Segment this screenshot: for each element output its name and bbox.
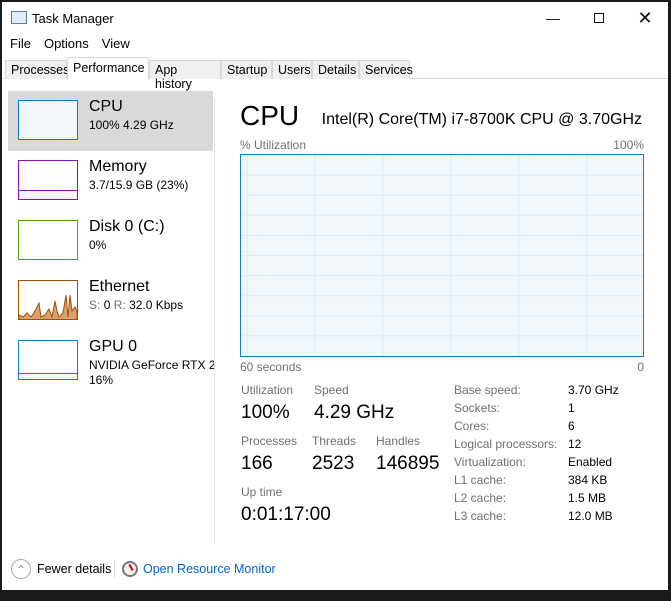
spec-value: 1 [568, 401, 575, 415]
ethernet-thumbnail [18, 280, 78, 320]
sidebar-item-name: CPU [89, 98, 123, 115]
sidebar-item-name: Memory [89, 158, 147, 175]
chevron-up-icon[interactable]: ⌃ [11, 559, 31, 579]
fewer-details-button[interactable]: Fewer details [37, 562, 111, 576]
resource-monitor-icon [122, 561, 138, 577]
sidebar-item-name: Disk 0 (C:) [89, 218, 165, 235]
send-value: 0 [103, 298, 111, 312]
graph-ylabel: % Utilization [240, 138, 307, 152]
spec-label: L1 cache: [454, 473, 507, 487]
threads-value: 2523 [312, 453, 355, 474]
processes-value: 166 [241, 453, 273, 474]
resource-sidebar: CPU 100% 4.29 GHz Memory 3.7/15.9 GB (23… [8, 91, 214, 391]
memory-thumbnail [18, 160, 78, 200]
sidebar-item-detail: 0% [89, 238, 107, 252]
spec-value: 1.5 MB [568, 491, 607, 505]
handles-label: Handles [376, 434, 421, 448]
utilization-value: 100% [241, 402, 290, 423]
menu-options[interactable]: Options [36, 36, 94, 54]
graph-xright: 0 [637, 360, 644, 374]
spec-value: 3.70 GHz [568, 383, 619, 397]
sidebar-item-detail: S: 0 R: 32.0 Kbps [89, 298, 214, 312]
task-manager-window: Task Manager — ✕ File Options View Proce… [2, 2, 668, 590]
divider [214, 98, 215, 544]
sidebar-item-cpu[interactable]: CPU 100% 4.29 GHz [8, 91, 213, 151]
menu-file[interactable]: File [2, 36, 36, 54]
tab-performance[interactable]: Performance [67, 57, 149, 80]
sidebar-item-ethernet[interactable]: Ethernet S: 0 R: 32.0 Kbps [8, 271, 213, 331]
tab-bar: Processes Performance App history Startu… [2, 57, 668, 91]
tab-startup[interactable]: Startup [221, 60, 272, 79]
receive-value: 32.0 Kbps [129, 298, 184, 312]
window-title: Task Manager [32, 11, 114, 26]
spec-label: L2 cache: [454, 491, 507, 505]
uptime-value: 0:01:17:00 [241, 504, 331, 525]
speed-value: 4.29 GHz [314, 402, 395, 423]
sidebar-item-name: Ethernet [89, 278, 150, 295]
page-title: CPU [240, 100, 300, 131]
tab-app-history[interactable]: App history [149, 60, 221, 91]
cpu-model: Intel(R) Core(TM) i7-8700K CPU @ 3.70GHz [321, 111, 642, 128]
disk-thumbnail [18, 220, 78, 260]
spec-value: 12.0 MB [568, 509, 613, 523]
spec-value: 384 KB [568, 473, 608, 487]
spec-label: Base speed: [454, 383, 521, 397]
menu-view[interactable]: View [94, 36, 135, 54]
footer-divider [114, 560, 115, 578]
spec-label: Virtualization: [454, 455, 526, 469]
utilization-label: Utilization [241, 383, 294, 397]
sidebar-item-disk[interactable]: Disk 0 (C:) 0% [8, 211, 213, 271]
sidebar-item-detail: NVIDIA GeForce RTX 208 [89, 358, 214, 372]
maximize-button[interactable] [576, 2, 622, 34]
sidebar-item-detail: 100% 4.29 GHz [89, 118, 174, 132]
graph-xleft: 60 seconds [240, 360, 302, 374]
speed-label: Speed [314, 383, 349, 397]
menu-bar: File Options View [2, 36, 135, 54]
graph-grid [241, 155, 643, 356]
sidebar-item-usage: 16% [89, 373, 114, 387]
gpu-thumbnail [18, 340, 78, 380]
send-label: S: [89, 298, 101, 312]
minimize-button[interactable]: — [530, 2, 576, 34]
open-resource-monitor-link[interactable]: Open Resource Monitor [143, 562, 276, 576]
processes-label: Processes [241, 434, 298, 448]
threads-label: Threads [312, 434, 357, 448]
spec-value: 6 [568, 419, 575, 433]
handles-value: 146895 [376, 453, 440, 474]
title-bar: Task Manager — ✕ [2, 2, 668, 34]
tab-services[interactable]: Services [359, 60, 413, 79]
spec-label: L3 cache: [454, 509, 507, 523]
sidebar-item-memory[interactable]: Memory 3.7/15.9 GB (23%) [8, 151, 213, 211]
sidebar-item-gpu[interactable]: GPU 0 NVIDIA GeForce RTX 208 16% [8, 331, 214, 391]
spec-label: Logical processors: [454, 437, 558, 451]
spec-value: Enabled [568, 455, 613, 469]
receive-label: R: [113, 298, 126, 312]
uptime-label: Up time [241, 485, 283, 499]
spec-label: Cores: [454, 419, 490, 433]
tab-details[interactable]: Details [312, 60, 359, 79]
graph-ymax: 100% [613, 138, 644, 152]
spec-value: 12 [568, 437, 582, 451]
cpu-thumbnail [18, 100, 78, 140]
tab-processes[interactable]: Processes [5, 60, 69, 79]
close-button[interactable]: ✕ [622, 2, 668, 34]
spec-label: Sockets: [454, 401, 501, 415]
sidebar-item-name: GPU 0 [89, 338, 138, 355]
cpu-utilization-graph [240, 154, 644, 357]
tab-users[interactable]: Users [272, 60, 312, 79]
task-manager-icon [11, 11, 27, 24]
sidebar-item-detail: 3.7/15.9 GB (23%) [89, 178, 189, 192]
